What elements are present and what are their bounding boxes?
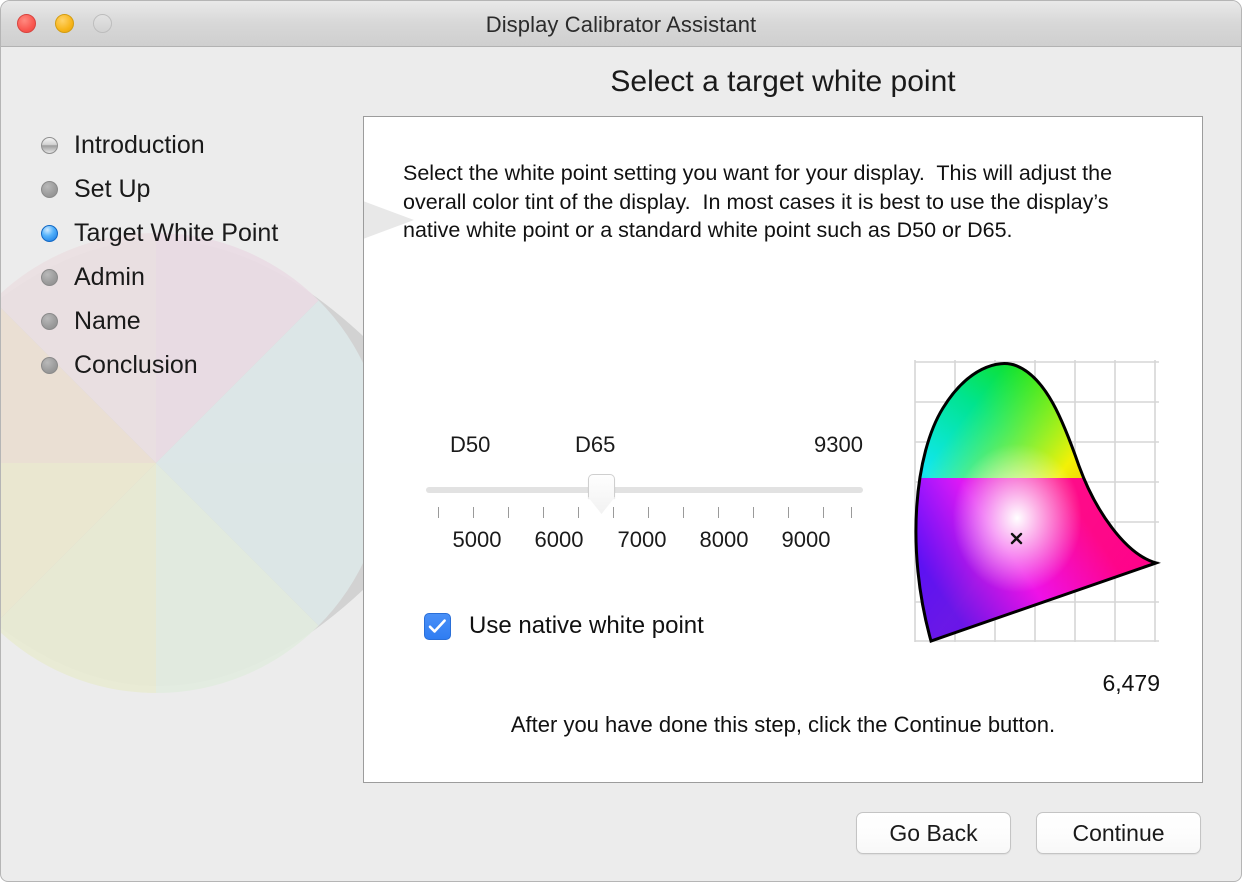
sidebar-item-introduction[interactable]: Introduction [41, 123, 361, 167]
slider-tick-label-5000: 5000 [442, 527, 512, 553]
window-titlebar: Display Calibrator Assistant [1, 1, 1241, 47]
sidebar-item-label: Introduction [74, 131, 205, 160]
content-panel: Select the white point setting you want … [363, 116, 1203, 783]
slider-tick-label-7000: 7000 [607, 527, 677, 553]
white-point-kelvin-value: 6,479 [964, 670, 1160, 697]
slider-track[interactable] [426, 487, 863, 493]
sidebar-item-label: Conclusion [74, 351, 198, 380]
display-calibrator-window: Display Calibrator Assistant [0, 0, 1242, 882]
slider-tick-label-9000: 9000 [771, 527, 841, 553]
continue-button[interactable]: Continue [1036, 812, 1201, 854]
sidebar-item-admin[interactable]: Admin [41, 255, 361, 299]
slider-tick-marks [426, 507, 863, 519]
sidebar-item-label: Target White Point [74, 219, 278, 248]
gamut-fill [913, 358, 1161, 644]
step-bullet-todo-icon [41, 357, 58, 374]
checkmark-icon [428, 618, 447, 635]
wizard-step-list: Introduction Set Up Target White Point A… [41, 123, 361, 387]
step-bullet-todo-icon [41, 269, 58, 286]
sidebar-item-label: Name [74, 307, 141, 336]
slider-top-labels: D50 D65 9300 [426, 432, 863, 462]
slider-label-d50: D50 [450, 432, 490, 458]
step-bullet-todo-icon [41, 313, 58, 330]
use-native-white-point-label: Use native white point [469, 612, 704, 640]
chromaticity-diagram [913, 358, 1161, 644]
sidebar-item-label: Admin [74, 263, 145, 292]
sidebar-item-name[interactable]: Name [41, 299, 361, 343]
slider-tick-label-8000: 8000 [689, 527, 759, 553]
use-native-white-point-row[interactable]: Use native white point [424, 612, 704, 640]
continue-hint-text: After you have done this step, click the… [403, 712, 1163, 738]
sidebar-item-target-white-point[interactable]: Target White Point [41, 211, 361, 255]
page-title: Select a target white point [363, 65, 1203, 99]
slider-bottom-labels: 5000 6000 7000 8000 9000 [426, 527, 863, 557]
step-bullet-active-icon [41, 225, 58, 242]
step-bullet-todo-icon [41, 181, 58, 198]
instruction-text: Select the white point setting you want … [403, 159, 1163, 245]
step-bullet-done-icon [41, 137, 58, 154]
sidebar-item-set-up[interactable]: Set Up [41, 167, 361, 211]
go-back-button[interactable]: Go Back [856, 812, 1011, 854]
slider-label-d65: D65 [575, 432, 615, 458]
slider-tick-label-6000: 6000 [524, 527, 594, 553]
sidebar-item-conclusion[interactable]: Conclusion [41, 343, 361, 387]
use-native-white-point-checkbox[interactable] [424, 613, 451, 640]
sidebar-item-label: Set Up [74, 175, 150, 204]
white-point-slider[interactable]: D50 D65 9300 5000 6000 7000 8000 9000 [426, 432, 863, 562]
slider-thumb[interactable] [588, 474, 615, 498]
slider-label-9300: 9300 [814, 432, 863, 458]
window-title: Display Calibrator Assistant [1, 12, 1241, 38]
